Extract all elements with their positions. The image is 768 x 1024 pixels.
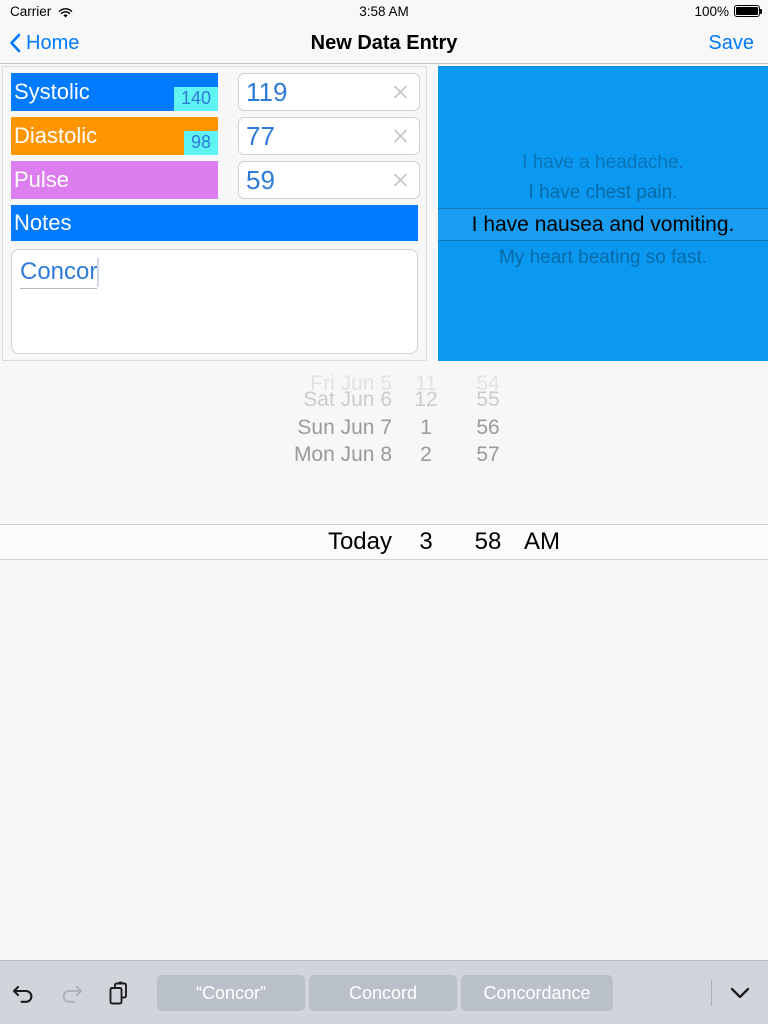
clear-x-icon[interactable] bbox=[392, 128, 409, 145]
datetime-hour-3: 2 bbox=[420, 442, 432, 466]
symptom-picker[interactable]: I have a headache. I have chest pain. I … bbox=[438, 66, 768, 361]
undo-icon[interactable] bbox=[10, 979, 38, 1007]
content-area: Systolic 140 119 Diastolic 98 77 Pulse 5… bbox=[0, 64, 768, 960]
chevron-down-icon[interactable] bbox=[726, 980, 754, 1006]
status-bar: Carrier 3:58 AM 100% bbox=[0, 0, 768, 22]
datetime-hour-selected: 3 bbox=[419, 528, 433, 555]
predictive-suggestions: “Concor” Concord Concordance bbox=[157, 975, 613, 1011]
datetime-row-1[interactable]: Sat Jun 6 12 55 bbox=[0, 386, 768, 413]
systolic-input[interactable]: 119 bbox=[238, 73, 420, 111]
suggestion-button-2[interactable]: Concordance bbox=[461, 975, 613, 1011]
clear-x-icon[interactable] bbox=[392, 84, 409, 101]
navigation-bar: Home New Data Entry Save bbox=[0, 22, 768, 64]
paste-icon[interactable] bbox=[104, 979, 132, 1007]
diastolic-label: Diastolic bbox=[14, 123, 98, 148]
datetime-day-2: Sun Jun 7 bbox=[297, 415, 392, 439]
accessory-divider bbox=[711, 980, 712, 1006]
pulse-input[interactable]: 59 bbox=[238, 161, 420, 199]
pulse-value: 59 bbox=[246, 164, 275, 195]
datetime-row-2[interactable]: Sun Jun 7 1 56 bbox=[0, 414, 768, 441]
diastolic-bar: Diastolic 98 bbox=[11, 117, 218, 155]
symptom-option-3[interactable]: My heart beating so fast. bbox=[438, 243, 768, 273]
systolic-label: Systolic bbox=[14, 79, 90, 104]
systolic-value: 119 bbox=[246, 76, 288, 107]
systolic-bar: Systolic 140 bbox=[11, 73, 218, 111]
diastolic-threshold-badge: 98 bbox=[183, 131, 218, 155]
accessory-icon-group bbox=[10, 961, 132, 1024]
measurement-form-card: Systolic 140 119 Diastolic 98 77 Pulse 5… bbox=[2, 66, 427, 361]
datetime-picker[interactable]: Fri Jun 5 11 54 Sat Jun 6 12 55 Sun Jun … bbox=[0, 364, 768, 562]
clear-x-icon[interactable] bbox=[392, 172, 409, 189]
datetime-hour-1: 12 bbox=[414, 387, 438, 411]
datetime-minute-1: 55 bbox=[476, 387, 500, 411]
datetime-ampm-selected: AM bbox=[524, 528, 560, 555]
pulse-label: Pulse bbox=[14, 167, 70, 192]
page-title: New Data Entry bbox=[310, 31, 458, 54]
notes-value: Concor bbox=[20, 258, 98, 289]
datetime-row-3[interactable]: Mon Jun 8 2 57 bbox=[0, 441, 768, 468]
datetime-day-3: Mon Jun 8 bbox=[293, 442, 392, 466]
datetime-day-selected: Today bbox=[327, 528, 392, 555]
symptom-option-1[interactable]: I have chest pain. bbox=[438, 178, 768, 208]
symptom-option-2-selected[interactable]: I have nausea and vomiting. bbox=[438, 208, 768, 241]
symptom-option-0[interactable]: I have a headache. bbox=[438, 148, 768, 178]
suggestion-button-1[interactable]: Concord bbox=[309, 975, 457, 1011]
notes-label: Notes bbox=[14, 210, 72, 235]
datetime-hour-2: 1 bbox=[420, 415, 432, 439]
notes-header-bar: Notes bbox=[11, 205, 418, 241]
status-bar-time: 3:58 AM bbox=[359, 3, 409, 19]
battery-full-icon bbox=[734, 5, 762, 17]
datetime-minute-selected: 58 bbox=[474, 528, 502, 555]
redo-icon bbox=[57, 979, 85, 1007]
systolic-threshold-badge: 140 bbox=[173, 87, 218, 111]
diastolic-value: 77 bbox=[246, 120, 275, 151]
pulse-bar: Pulse bbox=[11, 161, 218, 199]
datetime-minute-3: 57 bbox=[476, 442, 500, 466]
text-caret bbox=[97, 258, 99, 287]
notes-input[interactable]: Concor bbox=[11, 249, 418, 354]
datetime-minute-2: 56 bbox=[476, 415, 500, 439]
status-bar-right: 100% bbox=[694, 3, 762, 19]
diastolic-input[interactable]: 77 bbox=[238, 117, 420, 155]
app-root: Carrier 3:58 AM 100% Home New Data Entry… bbox=[0, 0, 768, 1024]
datetime-row-selected[interactable]: Today 3 58 AM bbox=[0, 524, 768, 560]
datetime-day-1: Sat Jun 6 bbox=[303, 387, 392, 411]
save-button[interactable]: Save bbox=[708, 22, 754, 64]
battery-percent-label: 100% bbox=[694, 3, 729, 19]
keyboard-accessory-bar: “Concor” Concord Concordance bbox=[0, 960, 768, 1024]
suggestion-button-0[interactable]: “Concor” bbox=[157, 975, 305, 1011]
